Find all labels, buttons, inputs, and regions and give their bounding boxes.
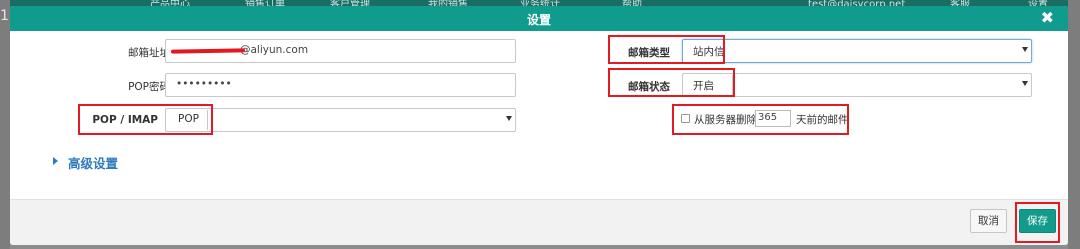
expand-caret-icon[interactable] — [53, 157, 58, 165]
background-left-strip — [0, 0, 10, 249]
annotation-box-pop-imap — [78, 104, 213, 135]
settings-dialog: 设置 ✖ 邮箱址址 @aliyun.com POP密码 ••••••••• PO… — [10, 6, 1068, 245]
advanced-settings-link[interactable]: 高级设置 — [68, 153, 118, 172]
annotation-box-mailbox-type — [608, 35, 725, 64]
background-right-strip — [1068, 0, 1080, 249]
email-address-value: @aliyun.com — [240, 44, 309, 56]
pop-password-value: ••••••••• — [176, 78, 232, 90]
annotation-box-mailbox-status — [608, 68, 735, 97]
email-address-label: 邮箱址址 — [128, 47, 170, 59]
pop-password-label: POP密码 — [128, 81, 170, 93]
annotation-box-save — [1015, 202, 1060, 243]
annotation-box-delete-from-server — [672, 104, 849, 135]
chevron-down-icon — [1022, 81, 1028, 86]
dialog-header: 设置 ✖ — [10, 6, 1068, 31]
cancel-button[interactable]: 取消 — [970, 209, 1007, 233]
mailbox-type-select[interactable]: 站内信 — [682, 39, 1032, 63]
dialog-footer: 取消 保存 — [10, 199, 1068, 245]
close-icon[interactable]: ✖ — [1041, 8, 1054, 27]
chevron-down-icon — [1022, 47, 1028, 52]
chevron-down-icon — [506, 116, 512, 121]
pop-imap-select[interactable]: POP — [165, 108, 516, 132]
pop-password-input[interactable]: ••••••••• — [165, 73, 516, 97]
dialog-title: 设置 — [526, 13, 551, 27]
